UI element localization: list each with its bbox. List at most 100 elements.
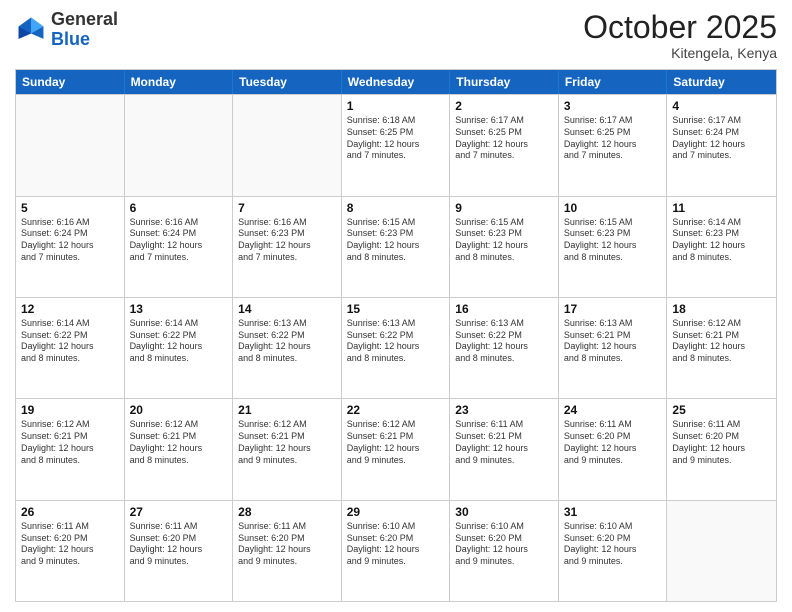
calendar-week-5: 26Sunrise: 6:11 AMSunset: 6:20 PMDayligh…	[16, 500, 776, 601]
day-number: 14	[238, 301, 336, 317]
day-info: Sunrise: 6:16 AMSunset: 6:24 PMDaylight:…	[130, 217, 228, 264]
header-day-monday: Monday	[125, 70, 234, 94]
calendar-day-18: 18Sunrise: 6:12 AMSunset: 6:21 PMDayligh…	[667, 298, 776, 398]
day-number: 11	[672, 200, 771, 216]
calendar-empty-cell	[667, 501, 776, 601]
day-number: 8	[347, 200, 445, 216]
header: General Blue October 2025 Kitengela, Ken…	[15, 10, 777, 61]
calendar-day-30: 30Sunrise: 6:10 AMSunset: 6:20 PMDayligh…	[450, 501, 559, 601]
calendar-day-4: 4Sunrise: 6:17 AMSunset: 6:24 PMDaylight…	[667, 95, 776, 195]
calendar-week-2: 5 Sunrise: 6:16 AMSunset: 6:24 PMDaylight…	[16, 196, 776, 297]
day-info: Sunrise: 6:12 AMSunset: 6:21 PMDaylight:…	[347, 419, 445, 466]
day-info: Sunrise: 6:11 AMSunset: 6:20 PMDaylight:…	[21, 521, 119, 568]
day-info: Sunrise: 6:15 AMSunset: 6:23 PMDaylight:…	[564, 217, 662, 264]
calendar-day-5: 5Sunrise: 6:16 AMSunset: 6:24 PMDaylight…	[16, 197, 125, 297]
calendar-day-31: 31Sunrise: 6:10 AMSunset: 6:20 PMDayligh…	[559, 501, 668, 601]
day-info: Sunrise: 6:10 AMSunset: 6:20 PMDaylight:…	[455, 521, 553, 568]
calendar-day-17: 17Sunrise: 6:13 AMSunset: 6:21 PMDayligh…	[559, 298, 668, 398]
calendar-day-24: 24Sunrise: 6:11 AMSunset: 6:20 PMDayligh…	[559, 399, 668, 499]
day-info: Sunrise: 6:17 AMSunset: 6:25 PMDaylight:…	[455, 115, 553, 162]
day-info: Sunrise: 6:13 AMSunset: 6:22 PMDaylight:…	[238, 318, 336, 365]
calendar-day-11: 11Sunrise: 6:14 AMSunset: 6:23 PMDayligh…	[667, 197, 776, 297]
calendar-day-16: 16Sunrise: 6:13 AMSunset: 6:22 PMDayligh…	[450, 298, 559, 398]
calendar-body: 1Sunrise: 6:18 AMSunset: 6:25 PMDaylight…	[16, 94, 776, 601]
day-number: 24	[564, 402, 662, 418]
day-number: 30	[455, 504, 553, 520]
day-info: Sunrise: 6:11 AMSunset: 6:20 PMDaylight:…	[672, 419, 771, 466]
day-number: 1	[347, 98, 445, 114]
day-info: Sunrise: 6:15 AMSunset: 6:23 PMDaylight:…	[347, 217, 445, 264]
calendar-empty-cell	[125, 95, 234, 195]
header-day-thursday: Thursday	[450, 70, 559, 94]
month-title: October 2025	[583, 10, 777, 45]
day-info: Sunrise: 6:12 AMSunset: 6:21 PMDaylight:…	[238, 419, 336, 466]
day-number: 25	[672, 402, 771, 418]
day-number: 7	[238, 200, 336, 216]
header-day-sunday: Sunday	[16, 70, 125, 94]
header-day-tuesday: Tuesday	[233, 70, 342, 94]
day-number: 9	[455, 200, 553, 216]
header-day-friday: Friday	[559, 70, 668, 94]
calendar-day-9: 9Sunrise: 6:15 AMSunset: 6:23 PMDaylight…	[450, 197, 559, 297]
day-info: Sunrise: 6:14 AMSunset: 6:22 PMDaylight:…	[21, 318, 119, 365]
day-number: 15	[347, 301, 445, 317]
calendar-day-15: 15Sunrise: 6:13 AMSunset: 6:22 PMDayligh…	[342, 298, 451, 398]
calendar-day-29: 29Sunrise: 6:10 AMSunset: 6:20 PMDayligh…	[342, 501, 451, 601]
day-number: 6	[130, 200, 228, 216]
day-info: Sunrise: 6:14 AMSunset: 6:22 PMDaylight:…	[130, 318, 228, 365]
header-day-wednesday: Wednesday	[342, 70, 451, 94]
day-number: 13	[130, 301, 228, 317]
day-number: 22	[347, 402, 445, 418]
day-info: Sunrise: 6:10 AMSunset: 6:20 PMDaylight:…	[347, 521, 445, 568]
calendar-day-8: 8Sunrise: 6:15 AMSunset: 6:23 PMDaylight…	[342, 197, 451, 297]
day-number: 5	[21, 200, 119, 216]
calendar-day-10: 10Sunrise: 6:15 AMSunset: 6:23 PMDayligh…	[559, 197, 668, 297]
calendar-day-12: 12Sunrise: 6:14 AMSunset: 6:22 PMDayligh…	[16, 298, 125, 398]
logo: General Blue	[15, 10, 118, 50]
calendar-week-3: 12Sunrise: 6:14 AMSunset: 6:22 PMDayligh…	[16, 297, 776, 398]
day-info: Sunrise: 6:11 AMSunset: 6:20 PMDaylight:…	[130, 521, 228, 568]
day-info: Sunrise: 6:18 AMSunset: 6:25 PMDaylight:…	[347, 115, 445, 162]
calendar-day-22: 22Sunrise: 6:12 AMSunset: 6:21 PMDayligh…	[342, 399, 451, 499]
calendar-day-3: 3Sunrise: 6:17 AMSunset: 6:25 PMDaylight…	[559, 95, 668, 195]
calendar-day-21: 21Sunrise: 6:12 AMSunset: 6:21 PMDayligh…	[233, 399, 342, 499]
day-info: Sunrise: 6:16 AMSunset: 6:23 PMDaylight:…	[238, 217, 336, 264]
day-number: 20	[130, 402, 228, 418]
calendar-empty-cell	[16, 95, 125, 195]
calendar-day-14: 14Sunrise: 6:13 AMSunset: 6:22 PMDayligh…	[233, 298, 342, 398]
day-number: 18	[672, 301, 771, 317]
logo-blue: Blue	[51, 29, 90, 49]
day-number: 28	[238, 504, 336, 520]
calendar-day-20: 20Sunrise: 6:12 AMSunset: 6:21 PMDayligh…	[125, 399, 234, 499]
day-number: 21	[238, 402, 336, 418]
calendar-day-6: 6Sunrise: 6:16 AMSunset: 6:24 PMDaylight…	[125, 197, 234, 297]
day-number: 2	[455, 98, 553, 114]
page: General Blue October 2025 Kitengela, Ken…	[0, 0, 792, 612]
day-info: Sunrise: 6:13 AMSunset: 6:22 PMDaylight:…	[455, 318, 553, 365]
calendar-day-13: 13Sunrise: 6:14 AMSunset: 6:22 PMDayligh…	[125, 298, 234, 398]
day-info: Sunrise: 6:14 AMSunset: 6:23 PMDaylight:…	[672, 217, 771, 264]
day-info: Sunrise: 6:13 AMSunset: 6:22 PMDaylight:…	[347, 318, 445, 365]
day-info: Sunrise: 6:11 AMSunset: 6:20 PMDaylight:…	[564, 419, 662, 466]
day-info: Sunrise: 6:10 AMSunset: 6:20 PMDaylight:…	[564, 521, 662, 568]
calendar-header: SundayMondayTuesdayWednesdayThursdayFrid…	[16, 70, 776, 94]
calendar-week-1: 1Sunrise: 6:18 AMSunset: 6:25 PMDaylight…	[16, 94, 776, 195]
calendar-day-27: 27Sunrise: 6:11 AMSunset: 6:20 PMDayligh…	[125, 501, 234, 601]
day-number: 29	[347, 504, 445, 520]
logo-general: General	[51, 9, 118, 29]
day-info: Sunrise: 6:11 AMSunset: 6:21 PMDaylight:…	[455, 419, 553, 466]
day-number: 10	[564, 200, 662, 216]
header-day-saturday: Saturday	[667, 70, 776, 94]
day-info: Sunrise: 6:13 AMSunset: 6:21 PMDaylight:…	[564, 318, 662, 365]
calendar-day-1: 1Sunrise: 6:18 AMSunset: 6:25 PMDaylight…	[342, 95, 451, 195]
day-number: 12	[21, 301, 119, 317]
day-number: 27	[130, 504, 228, 520]
title-block: October 2025 Kitengela, Kenya	[583, 10, 777, 61]
day-number: 26	[21, 504, 119, 520]
calendar-week-4: 19Sunrise: 6:12 AMSunset: 6:21 PMDayligh…	[16, 398, 776, 499]
calendar: SundayMondayTuesdayWednesdayThursdayFrid…	[15, 69, 777, 602]
day-number: 4	[672, 98, 771, 114]
day-info: Sunrise: 6:17 AMSunset: 6:24 PMDaylight:…	[672, 115, 771, 162]
calendar-day-19: 19Sunrise: 6:12 AMSunset: 6:21 PMDayligh…	[16, 399, 125, 499]
day-info: Sunrise: 6:12 AMSunset: 6:21 PMDaylight:…	[130, 419, 228, 466]
